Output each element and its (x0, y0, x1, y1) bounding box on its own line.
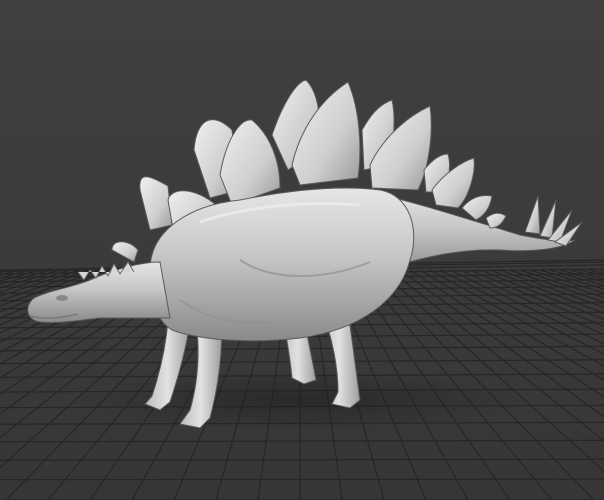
eye-detail (56, 295, 68, 301)
viewport-canvas[interactable] (0, 0, 604, 500)
3d-viewport[interactable] (0, 0, 604, 500)
